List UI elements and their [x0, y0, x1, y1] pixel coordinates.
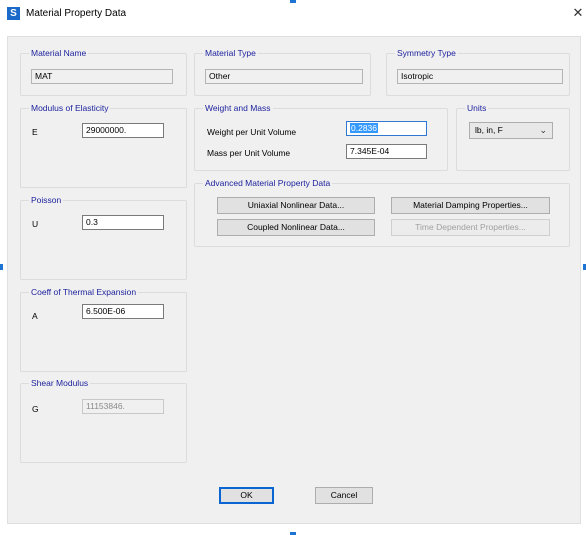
damping-properties-button[interactable]: Material Damping Properties...	[391, 197, 550, 214]
poisson-group: Poisson U 0.3	[20, 195, 187, 280]
poisson-label: U	[32, 219, 39, 229]
weight-mass-group: Weight and Mass Weight per Unit Volume 0…	[194, 103, 448, 171]
weight-value: 0.2836	[350, 123, 378, 133]
dialog-body: Material Name MAT Material Type Other Sy…	[7, 36, 581, 524]
elasticity-input[interactable]: 29000000.	[82, 123, 164, 138]
close-icon[interactable]: ✕	[570, 5, 586, 21]
advanced-group: Advanced Material Property Data Uniaxial…	[194, 178, 570, 247]
shear-label: G	[32, 404, 39, 414]
group-title: Symmetry Type	[395, 48, 458, 59]
resize-handle-top[interactable]	[290, 0, 296, 3]
chevron-down-icon: ⌄	[539, 125, 547, 135]
material-type-field[interactable]: Other	[205, 69, 363, 84]
mass-input[interactable]: 7.345E-04	[346, 144, 427, 159]
poisson-input[interactable]: 0.3	[82, 215, 164, 230]
uniaxial-nonlinear-button[interactable]: Uniaxial Nonlinear Data...	[217, 197, 375, 214]
symmetry-type-field[interactable]: Isotropic	[397, 69, 563, 84]
thermal-label: A	[32, 311, 38, 321]
material-type-group: Material Type Other	[194, 48, 371, 96]
resize-handle-left[interactable]	[0, 264, 3, 270]
units-select[interactable]: lb, in, F ⌄	[469, 122, 553, 139]
weight-input[interactable]: 0.2836	[346, 121, 427, 136]
elasticity-group: Modulus of Elasticity E 29000000.	[20, 103, 187, 188]
group-title: Units	[465, 103, 489, 114]
mass-label: Mass per Unit Volume	[207, 148, 291, 158]
material-name-field[interactable]: MAT	[31, 69, 173, 84]
group-title: Weight and Mass	[203, 103, 273, 114]
group-title: Poisson	[29, 195, 64, 206]
app-logo-icon: S	[7, 7, 20, 20]
symmetry-type-group: Symmetry Type Isotropic	[386, 48, 570, 96]
title-bar: S Material Property Data ✕	[0, 0, 586, 28]
weight-label: Weight per Unit Volume	[207, 127, 297, 137]
elasticity-label: E	[32, 127, 38, 137]
units-group: Units lb, in, F ⌄	[456, 103, 570, 171]
group-title: Advanced Material Property Data	[203, 178, 333, 189]
time-dependent-button: Time Dependent Properties...	[391, 219, 550, 236]
group-title: Shear Modulus	[29, 378, 91, 389]
group-title: Coeff of Thermal Expansion	[29, 287, 139, 298]
units-value: lb, in, F	[475, 125, 503, 135]
material-name-group: Material Name MAT	[20, 48, 187, 96]
thermal-input[interactable]: 6.500E-06	[82, 304, 164, 319]
window-title: Material Property Data	[26, 8, 127, 19]
group-title: Material Type	[203, 48, 258, 59]
group-title: Modulus of Elasticity	[29, 103, 111, 114]
coupled-nonlinear-button[interactable]: Coupled Nonlinear Data...	[217, 219, 375, 236]
group-title: Material Name	[29, 48, 89, 59]
cancel-button[interactable]: Cancel	[315, 487, 373, 504]
shear-modulus-group: Shear Modulus G 11153846.	[20, 378, 187, 463]
ok-button[interactable]: OK	[219, 487, 274, 504]
shear-input: 11153846.	[82, 399, 164, 414]
thermal-expansion-group: Coeff of Thermal Expansion A 6.500E-06	[20, 287, 187, 372]
